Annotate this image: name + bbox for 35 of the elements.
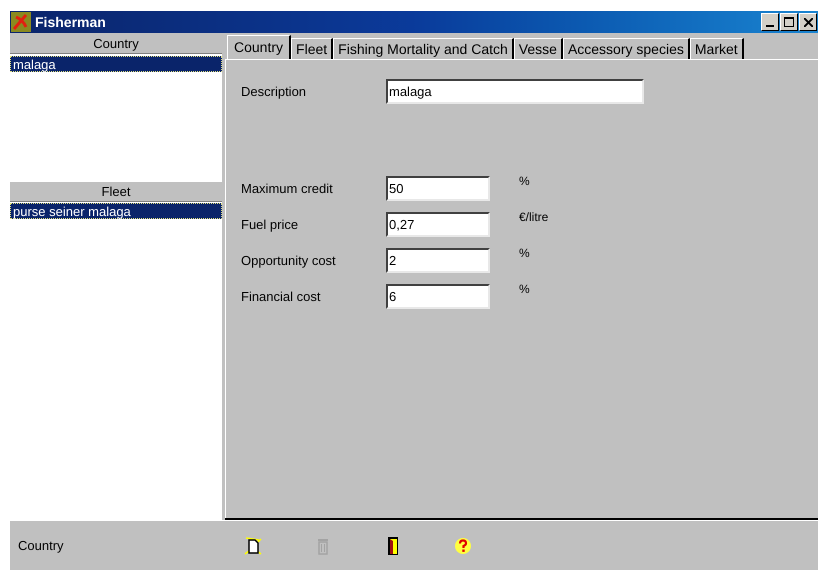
close-icon <box>804 18 812 26</box>
input-field[interactable]: 50 <box>386 176 490 201</box>
minimize-button[interactable] <box>761 13 779 31</box>
tab[interactable]: Country <box>227 35 292 59</box>
field-label: Fuel price <box>241 216 300 234</box>
field-label: Opportunity cost <box>241 252 337 270</box>
fleet-list[interactable]: purse seiner malaga <box>10 202 222 520</box>
unit-label: % <box>519 281 530 298</box>
status-label: Country <box>18 536 65 555</box>
help-icon[interactable] <box>453 536 473 556</box>
input-field[interactable]: 2 <box>386 248 490 273</box>
tab[interactable]: Fishing Mortality and Catch <box>333 38 514 59</box>
country-list[interactable]: malaga <box>10 54 222 182</box>
minimize-icon <box>766 25 774 27</box>
close-button[interactable] <box>799 13 817 31</box>
unit-label: % <box>519 245 530 262</box>
input-field[interactable]: 0,27 <box>386 212 490 237</box>
field-label: Description <box>241 82 308 101</box>
app-icon <box>11 12 31 32</box>
new-document-icon[interactable] <box>243 536 263 556</box>
unit-label: €/litre <box>519 209 548 226</box>
description-field[interactable]: malaga <box>386 79 644 104</box>
field-label: Maximum credit <box>241 180 334 198</box>
tab[interactable]: Fleet <box>291 38 334 59</box>
tab[interactable]: Accessory species <box>562 38 690 59</box>
window-title: Fisherman <box>35 12 106 32</box>
tab[interactable]: Vesse <box>514 38 563 59</box>
field-label: Financial cost <box>241 288 322 306</box>
unit-label: % <box>519 173 530 190</box>
list-item[interactable]: purse seiner malaga <box>10 203 222 219</box>
maximize-icon <box>784 17 794 27</box>
tab[interactable]: Market <box>690 38 744 59</box>
input-field[interactable]: 6 <box>386 284 490 309</box>
list-item[interactable]: malaga <box>10 56 222 72</box>
maximize-button[interactable] <box>780 13 798 31</box>
